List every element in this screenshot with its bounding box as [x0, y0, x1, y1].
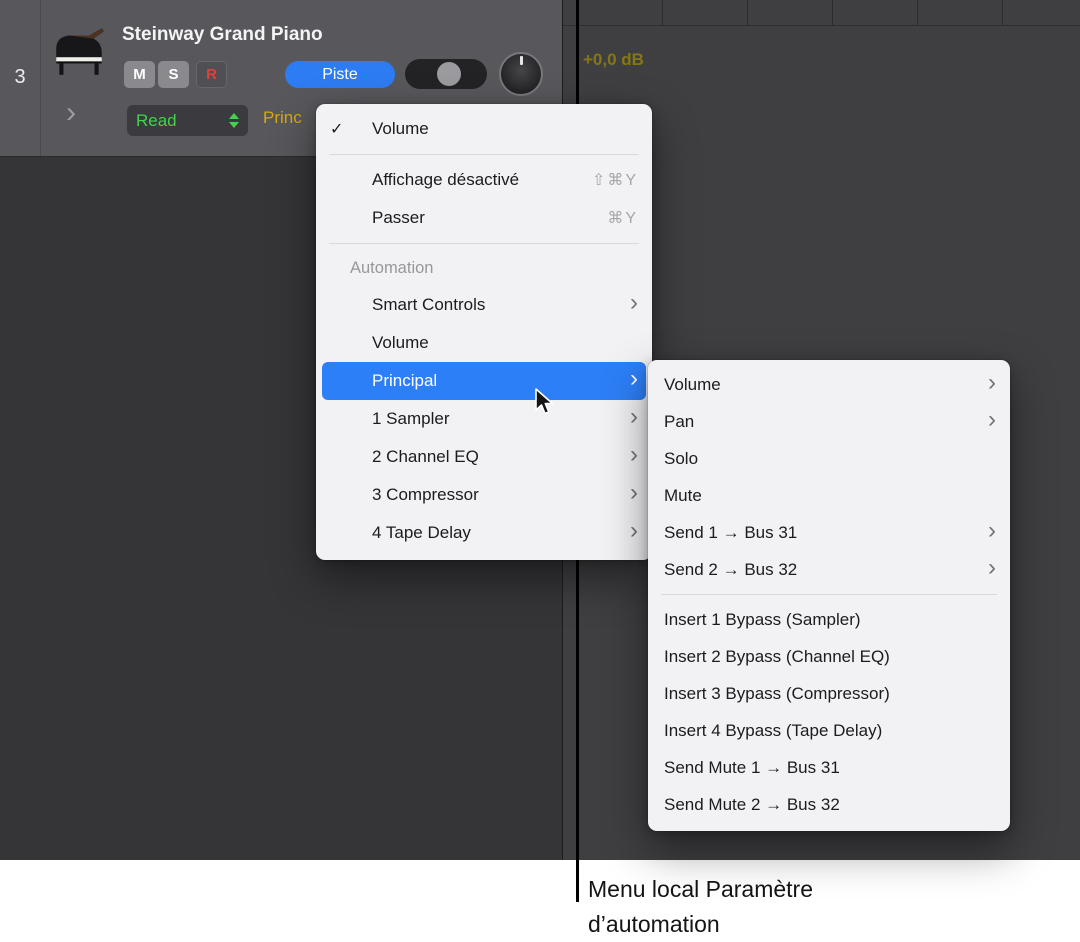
menu-item-label: Smart Controls [372, 295, 485, 315]
automation-menu-separator [329, 243, 639, 244]
automation-mode-label: Read [136, 111, 229, 131]
principal-submenu-item-insert-2-bypass-channel-eq[interactable]: Insert 2 Bypass (Channel EQ) [648, 638, 1010, 675]
submenu-chevron-icon: › [988, 408, 996, 432]
ruler-tick [1002, 0, 1003, 26]
caption-line2: d’automation [588, 907, 813, 942]
automation-menu-item-passer[interactable]: Passer ⌘Y [316, 199, 652, 237]
menu-item-label: Insert 1 Bypass (Sampler) [664, 610, 861, 630]
automation-menu-separator [329, 154, 639, 155]
principal-submenu-item-volume[interactable]: Volume › [648, 366, 1010, 403]
menu-item-label: Mute [664, 486, 702, 506]
submenu-chevron-icon: › [630, 443, 638, 467]
disclosure-chevron-icon[interactable]: › [66, 98, 76, 128]
mute-button[interactable]: M [124, 61, 155, 88]
timeline-ruler [562, 0, 1080, 26]
principal-submenu-item-pan[interactable]: Pan › [648, 403, 1010, 440]
menu-item-label: 1 Sampler [372, 409, 449, 429]
automation-menu-item-smart-controls[interactable]: Smart Controls › [316, 286, 652, 324]
menu-item-label: Principal [372, 371, 437, 391]
shortcut-label: ⌘Y [607, 208, 638, 228]
check-icon: ✓ [328, 119, 372, 139]
menu-item-label: Volume [372, 119, 429, 139]
track-title: Steinway Grand Piano [122, 24, 323, 46]
toggle-knob [437, 62, 461, 86]
principal-submenu-item-send-mute-1-bus-31[interactable]: Send Mute 1 → Bus 31 [648, 749, 1010, 786]
ruler-tick [832, 0, 833, 26]
menu-item-label: Volume [372, 333, 429, 353]
menu-item-label: Pan [664, 412, 694, 432]
automation-menu-item-affichage-desactive[interactable]: Affichage désactivé ⇧⌘Y [316, 161, 652, 199]
automation-menu-section-automation: Automation [316, 250, 652, 286]
caption-line1: Menu local Paramètre [588, 872, 813, 907]
logic-pro-window: +0,0 dB 3 Steinway Grand Piano M S R Pis… [0, 0, 1080, 942]
principal-submenu-separator [661, 594, 997, 595]
submenu-chevron-icon: › [630, 519, 638, 543]
principal-submenu-item-send-mute-2-bus-32[interactable]: Send Mute 2 → Bus 32 [648, 786, 1010, 823]
pan-knob-tick [520, 56, 523, 65]
piste-button[interactable]: Piste [285, 61, 395, 88]
ruler-tick [662, 0, 663, 26]
menu-item-label: Send Mute 1 → Bus 31 [664, 758, 840, 778]
menu-item-label: Insert 4 Bypass (Tape Delay) [664, 721, 882, 741]
automation-menu-item-2-channel-eq[interactable]: 2 Channel EQ › [316, 438, 652, 476]
grand-piano-icon [50, 24, 108, 78]
menu-item-label: Insert 3 Bypass (Compressor) [664, 684, 890, 704]
automation-db-value: +0,0 dB [583, 50, 644, 70]
menu-item-label: Affichage désactivé [372, 170, 519, 190]
automation-menu-item-volume[interactable]: Volume [316, 324, 652, 362]
ruler-tick [747, 0, 748, 26]
principal-submenu-item-insert-3-bypass-compressor[interactable]: Insert 3 Bypass (Compressor) [648, 675, 1010, 712]
principal-submenu-item-send-1-bus-31[interactable]: Send 1 → Bus 31 › [648, 514, 1010, 551]
menu-item-label: Solo [664, 449, 698, 469]
menu-item-label: Send Mute 2 → Bus 32 [664, 795, 840, 815]
principal-submenu-item-solo[interactable]: Solo [648, 440, 1010, 477]
solo-button[interactable]: S [158, 61, 189, 88]
automation-parameter-label[interactable]: Princ [263, 108, 302, 128]
automation-menu-item-principal[interactable]: Principal › [322, 362, 646, 400]
submenu-chevron-icon: › [988, 371, 996, 395]
menu-item-label: 4 Tape Delay [372, 523, 471, 543]
principal-submenu-item-insert-4-bypass-tape-delay[interactable]: Insert 4 Bypass (Tape Delay) [648, 712, 1010, 749]
automation-parameter-menu: ✓VolumeAffichage désactivé⇧⌘YPasser⌘YAut… [316, 104, 652, 560]
menu-item-label: Passer [372, 208, 425, 228]
ruler-tick [917, 0, 918, 26]
menu-item-label: Volume [664, 375, 721, 395]
menu-item-label: 3 Compressor [372, 485, 479, 505]
principal-submenu-item-insert-1-bypass-sampler[interactable]: Insert 1 Bypass (Sampler) [648, 601, 1010, 638]
shortcut-label: ⇧⌘Y [592, 170, 638, 190]
submenu-chevron-icon: › [630, 367, 638, 391]
mouse-cursor [533, 387, 555, 417]
up-down-arrows-icon [229, 113, 239, 128]
automation-menu-item-4-tape-delay[interactable]: 4 Tape Delay › [316, 514, 652, 552]
track-on-toggle[interactable] [405, 59, 487, 89]
principal-submenu-item-send-2-bus-32[interactable]: Send 2 → Bus 32 › [648, 551, 1010, 588]
automation-mode-select[interactable]: Read [127, 105, 248, 136]
pan-knob[interactable] [499, 52, 543, 96]
submenu-chevron-icon: › [630, 291, 638, 315]
menu-item-label: Send 1 → Bus 31 [664, 523, 797, 543]
menu-item-label: 2 Channel EQ [372, 447, 479, 467]
submenu-chevron-icon: › [988, 556, 996, 580]
submenu-chevron-icon: › [630, 405, 638, 429]
submenu-chevron-icon: › [988, 519, 996, 543]
callout-caption: Menu local Paramètre d’automation [588, 872, 813, 942]
track-number: 3 [0, 66, 40, 89]
submenu-chevron-icon: › [630, 481, 638, 505]
record-enable-button[interactable]: R [196, 61, 227, 88]
automation-menu-item-3-compressor[interactable]: 3 Compressor › [316, 476, 652, 514]
principal-submenu: Volume›Pan›SoloMuteSend 1 → Bus 31›Send … [648, 360, 1010, 831]
principal-submenu-item-mute[interactable]: Mute [648, 477, 1010, 514]
menu-item-label: Send 2 → Bus 32 [664, 560, 797, 580]
automation-menu-item-volume[interactable]: ✓Volume [316, 110, 652, 148]
automation-menu-item-1-sampler[interactable]: 1 Sampler › [316, 400, 652, 438]
menu-item-label: Insert 2 Bypass (Channel EQ) [664, 647, 890, 667]
